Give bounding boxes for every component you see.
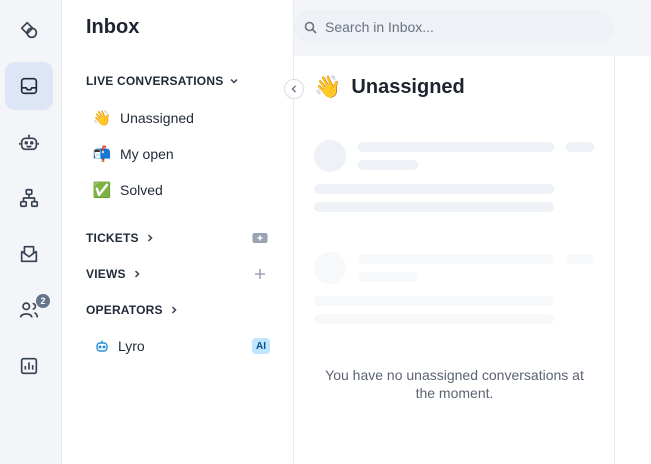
sidebar-item-label: Solved	[120, 182, 163, 198]
panel-title: Unassigned	[351, 75, 465, 98]
sidebar-item-solved[interactable]: ✅ Solved	[92, 180, 163, 200]
skeleton-line	[358, 254, 554, 264]
operators-nav-button[interactable]: 2	[5, 286, 53, 334]
analytics-nav-button[interactable]	[5, 342, 53, 390]
panel-header: 👋 Unassigned	[314, 74, 465, 100]
sidebar-item-lyro[interactable]: Lyro	[92, 336, 145, 356]
chevron-down-icon	[230, 78, 238, 84]
bot-nav-button[interactable]	[5, 118, 53, 166]
shapes-nav-button[interactable]	[5, 6, 53, 54]
skeleton-line	[358, 142, 554, 152]
nav-rail: 2	[0, 0, 62, 464]
bot-icon	[19, 134, 39, 151]
page-title: Inbox	[86, 16, 140, 38]
ai-badge: AI	[252, 338, 270, 354]
skeleton-line	[566, 254, 594, 264]
collapse-sidebar-button[interactable]	[284, 79, 304, 99]
skeleton-line	[314, 202, 554, 212]
conversation-list-panel: 👋 Unassigned You have no unassigned conv…	[294, 56, 615, 464]
conversation-detail-area	[615, 56, 651, 464]
operators-label: OPERATORS	[86, 303, 163, 317]
chevron-right-icon	[147, 234, 153, 242]
skeleton-avatar	[314, 252, 346, 284]
tickets-header[interactable]: TICKETS	[86, 231, 155, 245]
chevron-right-icon	[134, 270, 140, 278]
chevron-left-icon	[291, 85, 296, 93]
live-conversations-label: LIVE CONVERSATIONS	[86, 74, 224, 88]
skeleton-line	[358, 272, 418, 282]
inbox-sidebar: Inbox LIVE CONVERSATIONS 👋 Unassigned 📬 …	[62, 0, 294, 464]
sidebar-item-label: My open	[120, 146, 174, 162]
check-mark-icon: ✅	[92, 182, 112, 199]
chevron-right-icon	[171, 306, 177, 314]
operators-header[interactable]: OPERATORS	[86, 303, 179, 317]
mail-nav-button[interactable]	[5, 230, 53, 278]
skeleton-line	[358, 160, 418, 170]
sidebar-item-label: Lyro	[118, 338, 145, 354]
views-header[interactable]: VIEWS	[86, 267, 142, 281]
live-conversations-header[interactable]: LIVE CONVERSATIONS	[86, 74, 239, 88]
flows-nav-button[interactable]	[5, 174, 53, 222]
shapes-icon	[20, 21, 38, 39]
waving-hand-icon: 👋	[92, 110, 112, 127]
search-icon	[304, 21, 317, 34]
inbox-nav-button[interactable]	[5, 62, 53, 110]
sidebar-item-label: Unassigned	[120, 110, 194, 126]
lyro-bot-icon	[92, 336, 112, 356]
add-ticket-button[interactable]	[252, 230, 268, 246]
plus-icon	[255, 269, 265, 279]
tickets-label: TICKETS	[86, 231, 139, 245]
empty-state-message: You have no unassigned conversations at …	[325, 367, 584, 401]
skeleton-line	[314, 296, 554, 306]
search-bar[interactable]	[294, 10, 614, 44]
skeleton-line	[314, 314, 554, 324]
search-input[interactable]	[325, 19, 595, 35]
sidebar-item-my-open[interactable]: 📬 My open	[92, 144, 174, 164]
skeleton-line	[566, 142, 594, 152]
add-view-button[interactable]	[252, 266, 268, 282]
notification-badge: 2	[36, 294, 50, 308]
ticket-plus-icon	[252, 233, 268, 243]
skeleton-line	[314, 184, 554, 194]
flow-icon	[19, 188, 39, 208]
mailbox-icon: 📬	[92, 146, 112, 163]
waving-hand-icon: 👋	[314, 74, 342, 99]
inbox-icon	[20, 77, 38, 95]
skeleton-avatar	[314, 140, 346, 172]
views-label: VIEWS	[86, 267, 126, 281]
mail-icon	[20, 245, 38, 263]
analytics-icon	[20, 357, 38, 375]
sidebar-item-unassigned[interactable]: 👋 Unassigned	[92, 108, 194, 128]
